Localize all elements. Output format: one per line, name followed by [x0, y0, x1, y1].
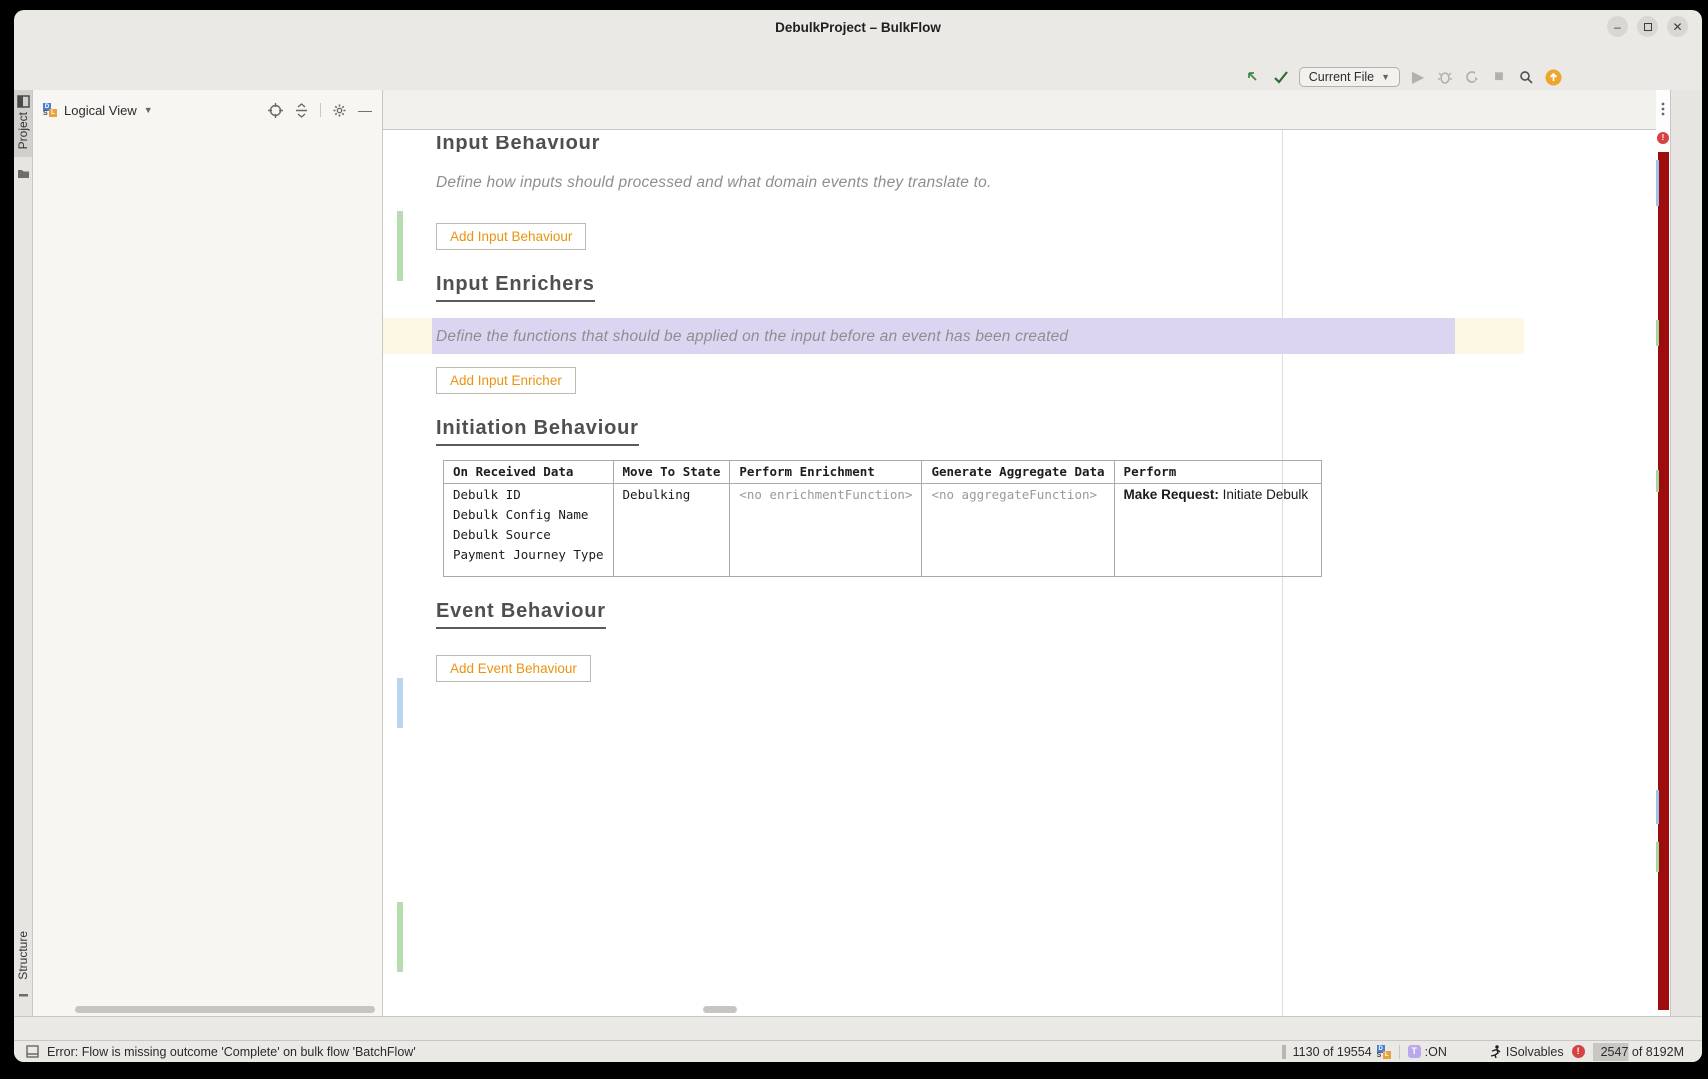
cell-generate-aggregate-data[interactable]: <no aggregateFunction>	[922, 484, 1114, 577]
stop-button[interactable]: ■	[1490, 68, 1508, 86]
collapse-all-icon[interactable]	[294, 103, 309, 118]
editor-body[interactable]: Input Behaviour Define how inputs should…	[383, 130, 1656, 1016]
run-config-label: Current File	[1309, 70, 1374, 84]
stripe-mark-green	[1656, 842, 1659, 872]
inspections-error-badge[interactable]: !	[1657, 132, 1669, 144]
section-input-behaviour-heading: Input Behaviour	[436, 136, 1656, 152]
minimize-button[interactable]: –	[1607, 16, 1628, 37]
project-hscrollbar[interactable]	[75, 1006, 375, 1013]
initiation-behaviour-table[interactable]: On Received Data Move To State Perform E…	[443, 460, 1322, 577]
stripe-mark-blue	[1656, 790, 1659, 824]
project-tool-icon	[17, 95, 30, 108]
ide-window: DebulkProject – BulkFlow – ✕ Current Fil…	[14, 10, 1702, 1062]
left-tool-stripe: Project Structure	[14, 90, 33, 1016]
solvables-widget[interactable]: ISolvables	[1489, 1045, 1564, 1059]
debug-button[interactable]	[1436, 68, 1454, 86]
document-content: Input Behaviour Define how inputs should…	[383, 130, 1656, 1016]
chevron-down-icon: ▼	[1381, 72, 1390, 82]
tool-stripe-structure[interactable]: Structure	[16, 931, 30, 998]
run-button[interactable]: ▶	[1409, 68, 1427, 86]
breadcrumb-bar: Current File ▼ ▶ ■	[14, 66, 1702, 90]
maximize-button[interactable]	[1637, 16, 1658, 37]
col-generate-aggregate-data: Generate Aggregate Data	[922, 461, 1114, 484]
error-count-icon[interactable]: !	[1572, 1045, 1585, 1058]
close-button[interactable]: ✕	[1667, 16, 1688, 37]
error-stripe-bar[interactable]	[1658, 152, 1669, 1010]
tool-stripe-project[interactable]: Project	[14, 90, 32, 157]
caret-position-widget[interactable]: 1130 of 19554 DSL	[1282, 1045, 1391, 1059]
search-everywhere-icon[interactable]	[1517, 68, 1535, 86]
structure-stripe-label: Structure	[16, 931, 30, 980]
runner-icon	[1489, 1045, 1502, 1059]
editor-hscrollbar[interactable]	[703, 1006, 737, 1013]
project-tree	[33, 130, 382, 1016]
error-stripe[interactable]: !	[1656, 90, 1670, 1016]
structure-tool-icon	[17, 985, 30, 998]
status-message[interactable]: Error: Flow is missing outcome 'Complete…	[47, 1045, 416, 1059]
highlighted-line: Define the functions that should be appl…	[383, 318, 1524, 354]
view-selector[interactable]: Logical View	[64, 103, 137, 118]
run-config-selector[interactable]: Current File ▼	[1299, 67, 1400, 87]
add-event-behaviour-button[interactable]: Add Event Behaviour	[436, 655, 591, 682]
menu-bar	[14, 44, 1702, 66]
editor-area: Input Behaviour Define how inputs should…	[383, 90, 1656, 1016]
gear-icon[interactable]	[332, 103, 347, 118]
title-bar: DebulkProject – BulkFlow – ✕	[14, 10, 1702, 44]
section-initiation-behaviour-heading: Initiation Behaviour	[436, 416, 639, 446]
input-behaviour-description: Define how inputs should processed and w…	[436, 170, 1656, 195]
dsl-badge-icon: DSL	[1377, 1045, 1391, 1059]
section-input-enrichers-heading: Input Enrichers	[436, 272, 595, 302]
right-tool-stripe	[1670, 90, 1702, 1016]
cell-perform-enrichment[interactable]: <no enrichmentFunction>	[730, 484, 922, 577]
cell-perform[interactable]: Make Request: Initiate Debulk	[1114, 484, 1321, 577]
cell-move-to-state[interactable]: Debulking	[613, 484, 730, 577]
add-input-enricher-button[interactable]: Add Input Enricher	[436, 367, 576, 394]
hide-panel-icon[interactable]: —	[358, 102, 372, 118]
run-toolbar: Current File ▼ ▶ ■	[1245, 67, 1562, 87]
locate-file-icon[interactable]	[268, 103, 283, 118]
coverage-button[interactable]	[1463, 68, 1481, 86]
update-available-icon[interactable]	[1544, 68, 1562, 86]
project-stripe-label: Project	[16, 112, 30, 149]
col-perform-enrichment: Perform Enrichment	[730, 461, 922, 484]
col-on-received-data: On Received Data	[444, 461, 614, 484]
add-input-behaviour-button[interactable]: Add Input Behaviour	[436, 223, 586, 250]
toolwindow-toggle-icon[interactable]	[26, 1045, 39, 1058]
memory-indicator[interactable]: 2547 of 8192M	[1593, 1043, 1692, 1061]
generate-icon[interactable]	[1245, 68, 1263, 86]
stripe-mark-green	[1656, 470, 1659, 492]
t-toggle-widget[interactable]: T :ON	[1408, 1045, 1447, 1059]
approve-check-icon[interactable]	[1272, 68, 1290, 86]
cell-on-received-data[interactable]: Debulk ID Debulk Config Name Debulk Sour…	[444, 484, 614, 577]
window-title: DebulkProject – BulkFlow	[14, 20, 1702, 35]
t-badge: T	[1408, 1045, 1421, 1058]
editor-tab-bar	[383, 90, 1656, 130]
folder-icon[interactable]	[17, 167, 30, 180]
bottom-tool-bar	[14, 1016, 1702, 1040]
project-panel: DSL Logical View ▼ —	[33, 90, 383, 1016]
dsl-view-icon: DSL	[43, 103, 57, 117]
col-move-to-state: Move To State	[613, 461, 730, 484]
project-panel-header: DSL Logical View ▼ —	[33, 90, 382, 130]
section-event-behaviour-heading: Event Behaviour	[436, 599, 606, 629]
stripe-mark-green	[1656, 320, 1659, 346]
col-perform: Perform	[1114, 461, 1321, 484]
chevron-down-icon[interactable]: ▼	[144, 105, 153, 115]
editor-options-kebab-icon[interactable]	[1659, 102, 1667, 116]
status-bar: Error: Flow is missing outcome 'Complete…	[14, 1040, 1702, 1062]
input-enrichers-description: Define the functions that should be appl…	[432, 324, 1068, 349]
scrollbar-thumb[interactable]	[1656, 160, 1659, 206]
